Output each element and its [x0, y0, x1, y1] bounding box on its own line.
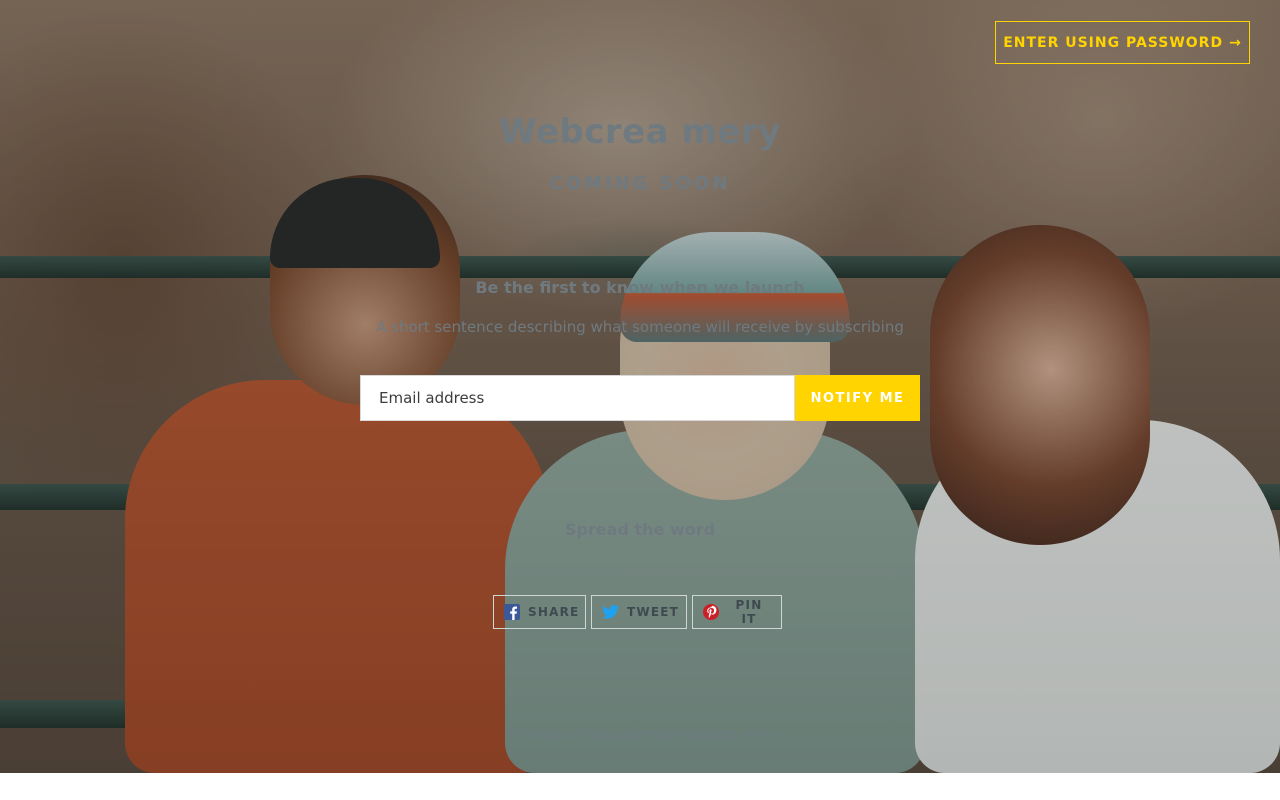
newsletter-description: A short sentence describing what someone… — [376, 318, 904, 336]
facebook-icon — [504, 604, 520, 620]
store-title: Webcrea mery — [499, 112, 781, 152]
share-facebook-label: SHARE — [528, 605, 580, 619]
coming-soon-tagline: COMING SOON — [549, 173, 731, 194]
share-pinterest-label: PIN IT — [735, 598, 763, 626]
newsletter-form: NOTIFY ME — [360, 375, 920, 421]
share-pinterest-button[interactable]: PIN IT — [692, 595, 782, 629]
newsletter-heading: Be the first to know when we launch — [475, 278, 805, 297]
twitter-icon — [602, 605, 619, 619]
share-twitter-button[interactable]: TWEET — [591, 595, 687, 629]
share-facebook-button[interactable]: SHARE — [493, 595, 586, 629]
share-twitter-label: TWEET — [627, 605, 680, 619]
email-input[interactable] — [360, 375, 795, 421]
main-content: Webcrea mery COMING SOON Be the first to… — [0, 0, 1280, 773]
pinterest-icon — [703, 604, 719, 620]
share-heading: Spread the word — [564, 520, 716, 539]
social-share-buttons: SHARE TWEET PIN IT — [493, 595, 782, 629]
powered-by-text: This shop will be powered by Webcrea mer… — [507, 727, 773, 741]
notify-me-button[interactable]: NOTIFY ME — [795, 375, 920, 421]
page-bottom — [0, 773, 1280, 800]
